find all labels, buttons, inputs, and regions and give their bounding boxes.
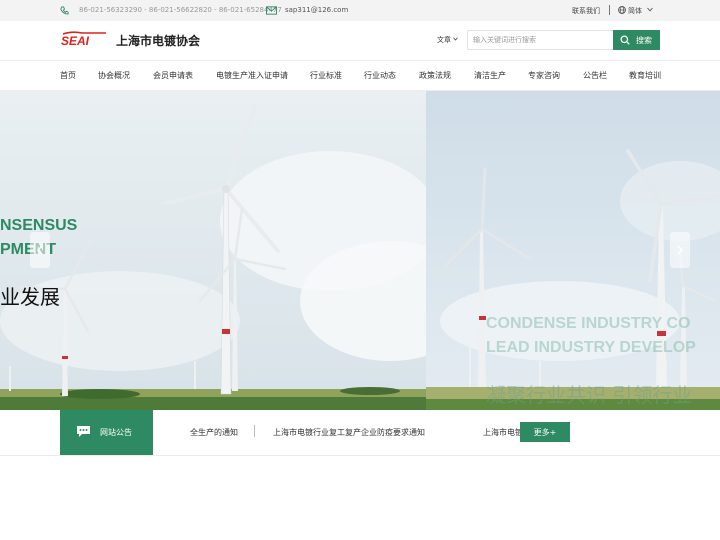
- nav-item-standards[interactable]: 行业标准: [310, 70, 342, 81]
- logo[interactable]: SEAI: [60, 31, 110, 47]
- search-input[interactable]: [467, 30, 613, 50]
- hero-banner: NSENSUS PMENT 业发展 CONDENSE INDUSTRY CO L…: [0, 91, 720, 410]
- notice-ticker: 全生产的通知 上海市电镀行业复工复产企业防疫要求通知 上海市电镀: [180, 410, 520, 455]
- nav-item-news[interactable]: 行业动态: [364, 70, 396, 81]
- nav-item-clean-production[interactable]: 清洁生产: [474, 70, 506, 81]
- site-header: SEAI 上海市电镀协会 文章 搜索: [0, 21, 720, 61]
- carousel-prev-button[interactable]: [30, 232, 50, 268]
- language-selector[interactable]: 简体: [628, 6, 642, 16]
- page: 86-021-56323290 - 86-021-56622820 - 86-0…: [0, 0, 720, 540]
- notice-label-text: 网站公告: [100, 428, 132, 437]
- top-bar: 86-021-56323290 - 86-021-56622820 - 86-0…: [0, 0, 720, 21]
- notice-item[interactable]: 上海市电镀行业复工复产企业防疫要求通知: [273, 427, 425, 438]
- notice-item[interactable]: 全生产的通知: [190, 427, 238, 438]
- slide-caption-cn: 业发展: [0, 285, 60, 309]
- mail-icon: [266, 6, 277, 15]
- nav-item-experts[interactable]: 专家咨询: [528, 70, 560, 81]
- main-nav: 首页 协会概况 会员申请表 电镀生产准入证申请 行业标准 行业动态 政策法规 清…: [0, 61, 720, 91]
- svg-text:SEAI: SEAI: [61, 34, 90, 47]
- notice-item[interactable]: 上海市电镀: [483, 427, 520, 438]
- email-link[interactable]: sap311@126.com: [285, 6, 348, 14]
- nav-item-home[interactable]: 首页: [60, 70, 76, 81]
- search-scope-select[interactable]: 文章: [437, 35, 451, 45]
- nav-item-bulletin[interactable]: 公告栏: [583, 70, 607, 81]
- wind-turbine-photo: [0, 91, 720, 410]
- notice-label: 网站公告: [60, 410, 153, 455]
- search-button-label: 搜索: [636, 36, 652, 45]
- site-title[interactable]: 上海市电镀协会: [116, 32, 200, 49]
- chevron-right-icon: [677, 245, 684, 255]
- divider: [254, 425, 255, 437]
- slide-caption-en: CONDENSE INDUSTRY CO: [486, 315, 691, 332]
- nav-item-policies[interactable]: 政策法规: [419, 70, 451, 81]
- search-icon: [620, 35, 630, 45]
- chevron-down-icon[interactable]: [647, 7, 653, 12]
- search-button[interactable]: 搜索: [613, 30, 660, 50]
- nav-item-license[interactable]: 电镀生产准入证申请: [216, 70, 288, 81]
- carousel-next-button[interactable]: [670, 232, 690, 268]
- chat-bubble-icon: [77, 426, 90, 437]
- notice-bar: 网站公告 全生产的通知 上海市电镀行业复工复产企业防疫要求通知 上海市电镀 更多…: [0, 410, 720, 456]
- phone-icon: [60, 6, 69, 15]
- more-notices-button[interactable]: 更多+: [520, 422, 570, 442]
- nav-item-membership[interactable]: 会员申请表: [153, 70, 193, 81]
- chevron-down-icon[interactable]: [453, 37, 458, 41]
- nav-item-training[interactable]: 教育培训: [629, 70, 661, 81]
- slide-caption-en: LEAD INDUSTRY DEVELOP: [486, 339, 696, 356]
- contact-us-link[interactable]: 联系我们: [572, 6, 600, 16]
- globe-icon: [618, 6, 626, 14]
- slide-caption-cn: 凝聚行业共识 引领行业: [486, 383, 693, 407]
- phone-numbers: 86-021-56323290 - 86-021-56622820 - 86-0…: [79, 6, 282, 14]
- divider: [609, 5, 610, 15]
- chevron-left-icon: [36, 245, 43, 255]
- nav-item-about[interactable]: 协会概况: [98, 70, 130, 81]
